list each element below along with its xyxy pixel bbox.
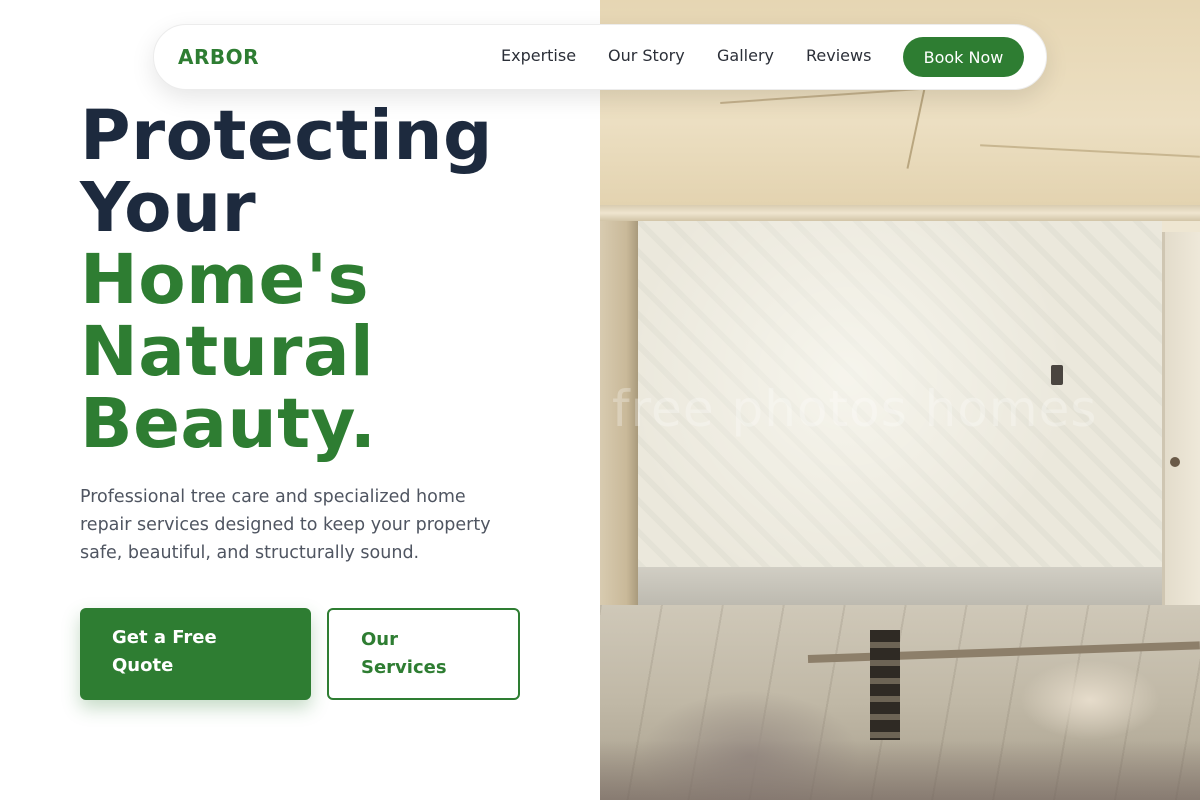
nav-link-gallery[interactable]: Gallery xyxy=(717,46,774,65)
hero-headline: Protecting Your Home's Natural Beauty. xyxy=(80,100,600,460)
headline-line-accent: Beauty. xyxy=(80,384,377,464)
image-floor-hole xyxy=(870,630,900,740)
nav-link-expertise[interactable]: Expertise xyxy=(501,46,576,65)
nav-link-our-story[interactable]: Our Story xyxy=(608,46,685,65)
headline-line: Protecting xyxy=(80,96,493,176)
image-crown-molding xyxy=(600,205,1200,221)
image-door-knob xyxy=(1170,457,1180,467)
top-navbar: ARBOR Expertise Our Story Gallery Review… xyxy=(153,24,1047,90)
image-watermark: free photos homes xyxy=(612,380,1098,438)
image-debris xyxy=(1020,660,1160,740)
hero-description: Professional tree care and specialized h… xyxy=(80,487,491,563)
headline-line-accent: Natural xyxy=(80,312,375,392)
brand-logo[interactable]: ARBOR xyxy=(178,45,259,69)
get-free-quote-button[interactable]: Get a Free Quote xyxy=(80,608,311,700)
headline-line: Your xyxy=(80,168,257,248)
book-now-button[interactable]: Book Now xyxy=(903,37,1024,77)
image-debris xyxy=(600,740,1200,800)
our-services-button[interactable]: Our Services xyxy=(327,608,520,700)
headline-line-accent: Home's xyxy=(80,240,370,320)
nav-link-reviews[interactable]: Reviews xyxy=(806,46,871,65)
image-baseboard xyxy=(638,567,1162,605)
